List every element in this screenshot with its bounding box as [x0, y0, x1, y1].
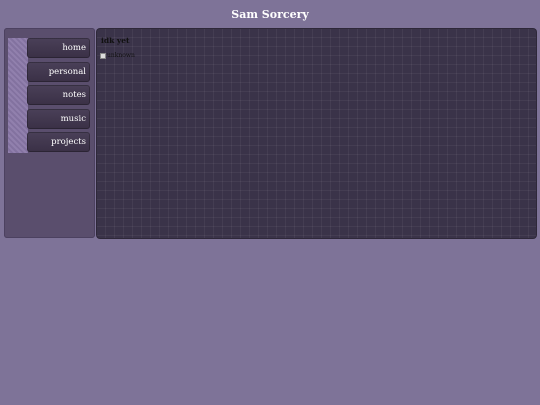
broken-image-icon — [100, 52, 106, 59]
nav-item-projects[interactable]: projects — [27, 132, 90, 152]
main-content-panel: idk yet unknown — [96, 28, 537, 239]
content-heading: idk yet — [101, 36, 130, 45]
site-title: Sam Sorcery — [231, 8, 309, 21]
broken-image-alt-text: unknown — [107, 52, 135, 59]
nav-item-music[interactable]: music — [27, 109, 90, 129]
sidebar: home personal page notes music projects — [4, 28, 95, 238]
broken-image: unknown — [100, 52, 135, 59]
nav-item-notes[interactable]: notes — [27, 85, 90, 105]
nav-item-personal-page[interactable]: personal page — [27, 62, 90, 97]
nav-decorative-stripe — [8, 38, 28, 153]
nav-item-home[interactable]: home — [27, 38, 90, 58]
